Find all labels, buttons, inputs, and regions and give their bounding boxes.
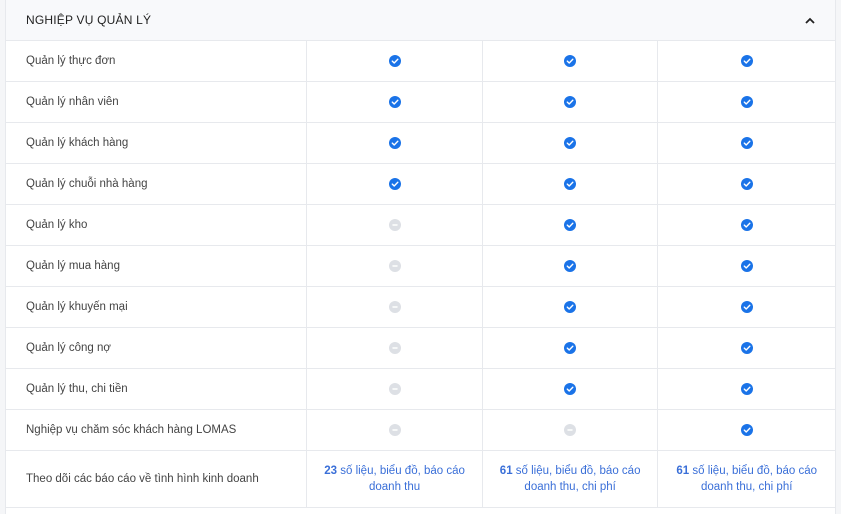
check-circle-icon — [740, 178, 753, 190]
table-row: Theo dõi các báo cáo về tình hình kinh d… — [6, 451, 835, 508]
table-row: Nghiệp vụ chăm sóc khách hàng LOMAS — [6, 410, 835, 451]
check-circle-icon — [740, 260, 753, 272]
table-row: Quản lý công nợ — [6, 328, 835, 369]
table-row: Quản lý chuỗi nhà hàng — [6, 164, 835, 205]
check-circle-icon — [388, 96, 401, 108]
table-row: Quản lý kho — [6, 205, 835, 246]
plan-cell-1 — [307, 369, 483, 409]
table-row: Quản lý khách hàng — [6, 123, 835, 164]
plan-cell-2 — [483, 369, 659, 409]
plan-cell-1 — [307, 205, 483, 245]
check-circle-icon — [564, 96, 577, 108]
check-circle-icon — [740, 383, 753, 395]
report-count: 23 — [324, 465, 338, 477]
report-count: 61 — [499, 465, 513, 477]
report-count: 61 — [676, 465, 690, 477]
feature-label: Quản lý nhân viên — [6, 82, 308, 122]
feature-label: Quản lý mua hàng — [6, 246, 308, 286]
check-circle-icon — [564, 55, 577, 67]
unavailable-icon — [388, 260, 401, 272]
plan-cell-3 — [658, 287, 835, 327]
check-circle-icon — [388, 55, 401, 67]
table-row: Quản lý nhân viên — [6, 82, 835, 123]
feature-table: Quản lý thực đơn Quản lý nhân viên Quản lý… — [6, 41, 835, 508]
plan-cell-1: 23 số liệu, biểu đồ, báo cáo doanh thu — [307, 451, 483, 507]
check-circle-icon — [388, 137, 401, 149]
plan-cell-1 — [307, 328, 483, 368]
plan-cell-3 — [658, 123, 835, 163]
check-circle-icon — [564, 137, 577, 149]
plan-cell-2 — [483, 205, 659, 245]
plan-cell-1 — [307, 123, 483, 163]
plan-cell-3: 61 số liệu, biểu đồ, báo cáo doanh thu, … — [658, 451, 835, 507]
unavailable-icon — [388, 424, 401, 436]
plan-cell-3 — [658, 410, 835, 450]
check-circle-icon — [388, 178, 401, 190]
plan-cell-2 — [483, 410, 659, 450]
report-summary: 23 số liệu, biểu đồ, báo cáo doanh thu — [307, 463, 482, 495]
unavailable-icon — [388, 301, 401, 313]
feature-label: Quản lý thực đơn — [6, 41, 308, 81]
check-circle-icon — [740, 424, 753, 436]
check-circle-icon — [740, 342, 753, 354]
unavailable-icon — [564, 424, 577, 436]
check-circle-icon — [564, 178, 577, 190]
feature-label: Quản lý công nợ — [6, 328, 308, 368]
plan-cell-2 — [483, 123, 659, 163]
plan-cell-3 — [658, 328, 835, 368]
feature-label: Theo dõi các báo cáo về tình hình kinh d… — [6, 451, 308, 507]
section-title: NGHIỆP VỤ QUẢN LÝ — [26, 13, 152, 27]
section-header[interactable]: NGHIỆP VỤ QUẢN LÝ — [6, 0, 835, 41]
plan-cell-3 — [658, 82, 835, 122]
feature-label: Quản lý khuyến mại — [6, 287, 308, 327]
check-circle-icon — [564, 383, 577, 395]
report-description: số liệu, biểu đồ, báo cáo doanh thu — [337, 465, 465, 493]
check-circle-icon — [564, 219, 577, 231]
feature-label: Quản lý chuỗi nhà hàng — [6, 164, 308, 204]
plan-cell-2 — [483, 41, 659, 81]
plan-cell-2 — [483, 287, 659, 327]
feature-label: Quản lý khách hàng — [6, 123, 308, 163]
plan-cell-1 — [307, 82, 483, 122]
plan-cell-1 — [307, 41, 483, 81]
table-row: Quản lý mua hàng — [6, 246, 835, 287]
table-row: Quản lý thu, chi tiền — [6, 369, 835, 410]
check-circle-icon — [740, 219, 753, 231]
check-circle-icon — [740, 301, 753, 313]
plan-cell-2: 61 số liệu, biểu đồ, báo cáo doanh thu, … — [483, 451, 659, 507]
unavailable-icon — [388, 219, 401, 231]
report-summary: 61 số liệu, biểu đồ, báo cáo doanh thu, … — [483, 463, 658, 495]
plan-cell-2 — [483, 328, 659, 368]
check-circle-icon — [740, 55, 753, 67]
check-circle-icon — [740, 137, 753, 149]
feature-comparison-panel: NGHIỆP VỤ QUẢN LÝ Quản lý thực đơn Quản l… — [5, 0, 836, 514]
plan-cell-1 — [307, 164, 483, 204]
unavailable-icon — [388, 383, 401, 395]
plan-cell-3 — [658, 164, 835, 204]
plan-cell-3 — [658, 246, 835, 286]
plan-cell-1 — [307, 410, 483, 450]
report-description: số liệu, biểu đồ, báo cáo doanh thu, chi… — [512, 465, 641, 493]
plan-cell-3 — [658, 369, 835, 409]
unavailable-icon — [388, 342, 401, 354]
plan-cell-2 — [483, 164, 659, 204]
plan-cell-2 — [483, 246, 659, 286]
table-row: Quản lý thực đơn — [6, 41, 835, 82]
feature-label: Nghiệp vụ chăm sóc khách hàng LOMAS — [6, 410, 308, 450]
plan-cell-2 — [483, 82, 659, 122]
check-circle-icon — [564, 260, 577, 272]
report-summary: 61 số liệu, biểu đồ, báo cáo doanh thu, … — [658, 463, 835, 495]
table-row: Quản lý khuyến mại — [6, 287, 835, 328]
feature-label: Quản lý kho — [6, 205, 308, 245]
report-description: số liệu, biểu đồ, báo cáo doanh thu, chi… — [689, 465, 818, 493]
plan-cell-3 — [658, 205, 835, 245]
chevron-up-icon[interactable] — [803, 13, 817, 27]
check-circle-icon — [740, 96, 753, 108]
check-circle-icon — [564, 301, 577, 313]
plan-cell-1 — [307, 287, 483, 327]
check-circle-icon — [564, 342, 577, 354]
feature-label: Quản lý thu, chi tiền — [6, 369, 308, 409]
plan-cell-3 — [658, 41, 835, 81]
plan-cell-1 — [307, 246, 483, 286]
